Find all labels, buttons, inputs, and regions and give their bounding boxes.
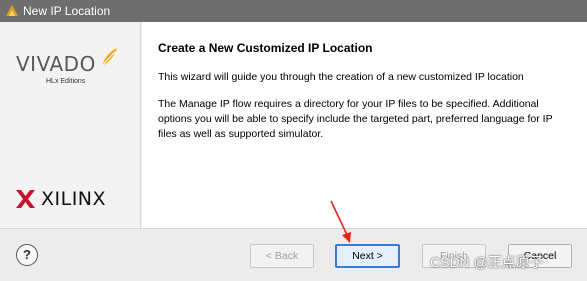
description-text: The Manage IP flow requires a directory … [158, 98, 553, 140]
window-title: New IP Location [23, 4, 111, 18]
page-title: Create a New Customized IP Location [158, 41, 373, 55]
vivado-leaf-icon [101, 48, 117, 67]
vivado-logo-word: VIVADO [16, 52, 96, 76]
xilinx-logo: XILINX [16, 188, 126, 212]
wizard-sidebar: VIVADO HLx Editions XILINX [0, 22, 141, 228]
watermark-text: CSDN @正点原子 [430, 254, 544, 270]
xilinx-logo-word: XILINX [41, 188, 107, 210]
xilinx-x-icon [16, 190, 35, 208]
vivado-edition-label: HLx Editions [46, 78, 86, 85]
wizard-footer: ? < Back Next > Finish Cancel CSDN @正点原子 [0, 228, 587, 281]
next-button[interactable]: Next > [335, 244, 400, 268]
vivado-logo: VIVADO HLx Editions [16, 48, 126, 96]
back-button[interactable]: < Back [250, 244, 314, 268]
title-bar[interactable]: New IP Location [0, 0, 587, 22]
help-button[interactable]: ? [16, 244, 38, 266]
intro-text: This wizard will guide you through the c… [158, 71, 524, 83]
annotation-arrow-icon [330, 200, 351, 243]
wizard-content: Create a New Customized IP Location This… [142, 22, 587, 228]
vivado-icon [6, 5, 18, 16]
